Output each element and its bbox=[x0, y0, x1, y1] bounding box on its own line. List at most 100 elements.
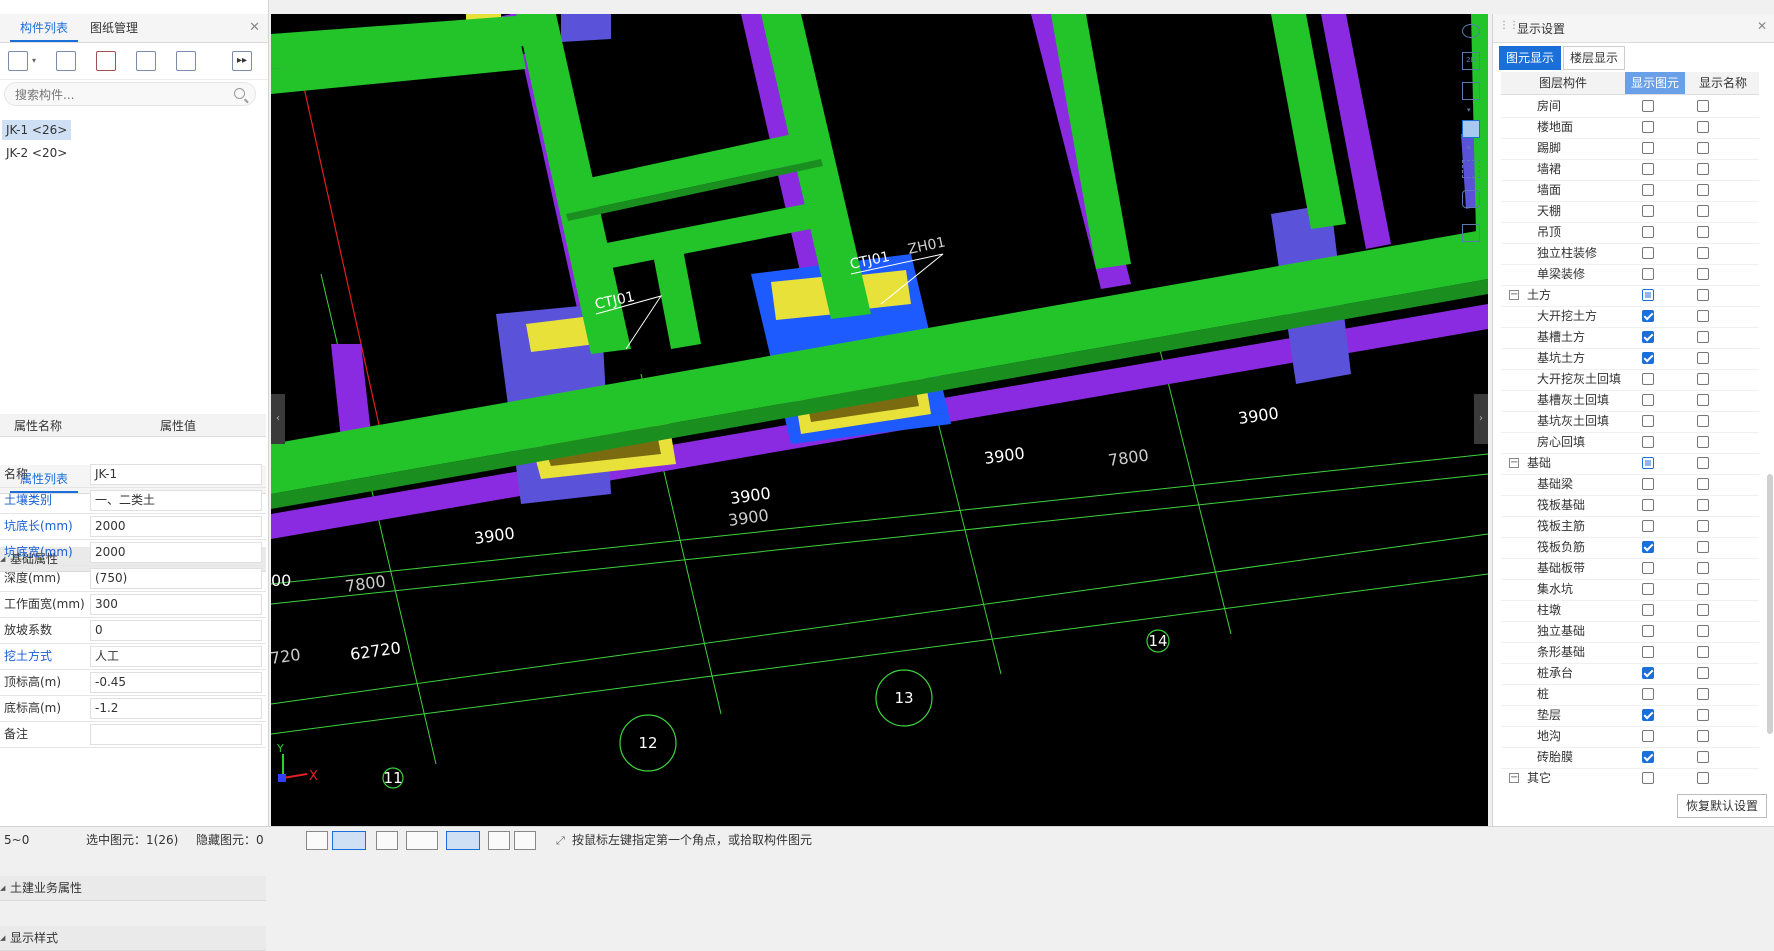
show-element-checkbox[interactable] bbox=[1642, 583, 1654, 595]
collapse-right-handle[interactable]: › bbox=[1474, 394, 1488, 444]
show-element-checkbox[interactable] bbox=[1642, 121, 1654, 133]
show-name-checkbox[interactable] bbox=[1697, 520, 1709, 532]
show-element-checkbox[interactable] bbox=[1642, 310, 1654, 322]
collapse-icon[interactable]: − bbox=[1509, 773, 1519, 783]
show-element-checkbox[interactable] bbox=[1642, 730, 1654, 742]
show-element-checkbox[interactable] bbox=[1642, 268, 1654, 280]
show-element-checkbox[interactable] bbox=[1642, 394, 1654, 406]
grip-icon[interactable]: ⋮⋮ bbox=[1499, 20, 1519, 31]
show-element-checkbox[interactable] bbox=[1642, 163, 1654, 175]
header-show-name[interactable]: 显示名称 bbox=[1699, 72, 1747, 94]
cube-view-icon[interactable] bbox=[1462, 120, 1480, 138]
show-element-checkbox[interactable] bbox=[1642, 205, 1654, 217]
show-name-checkbox[interactable] bbox=[1697, 478, 1709, 490]
show-element-checkbox[interactable] bbox=[1642, 562, 1654, 574]
orbit-icon[interactable] bbox=[1462, 24, 1480, 38]
tab-component-list[interactable]: 构件列表 bbox=[10, 14, 79, 42]
drawing-viewport[interactable]: CTJ01 CTJ01 ZH01 3900 3900 3900 3900 390… bbox=[271, 14, 1488, 826]
show-element-checkbox[interactable] bbox=[1642, 478, 1654, 490]
show-name-checkbox[interactable] bbox=[1697, 121, 1709, 133]
search-box[interactable] bbox=[4, 82, 256, 106]
close-icon[interactable]: ✕ bbox=[249, 20, 260, 35]
search-input[interactable] bbox=[13, 87, 227, 103]
tab-floor-display[interactable]: 楼层显示 bbox=[1563, 46, 1626, 70]
show-name-checkbox[interactable] bbox=[1697, 352, 1709, 364]
show-element-checkbox[interactable] bbox=[1642, 352, 1654, 364]
show-name-checkbox[interactable] bbox=[1697, 184, 1709, 196]
show-name-checkbox[interactable] bbox=[1697, 163, 1709, 175]
show-name-checkbox[interactable] bbox=[1697, 457, 1709, 469]
prop-value[interactable]: 2000 bbox=[90, 542, 262, 563]
cross-select-icon[interactable] bbox=[376, 831, 398, 850]
duplicate-floor-icon[interactable] bbox=[136, 51, 156, 71]
show-element-checkbox[interactable] bbox=[1642, 373, 1654, 385]
list-item[interactable]: JK-1 <26> bbox=[2, 120, 72, 140]
copy-icon[interactable] bbox=[56, 51, 76, 71]
show-name-checkbox[interactable] bbox=[1697, 247, 1709, 259]
show-name-checkbox[interactable] bbox=[1697, 394, 1709, 406]
group-display-style[interactable]: 显示样式 bbox=[0, 926, 266, 951]
show-name-checkbox[interactable] bbox=[1697, 205, 1709, 217]
show-element-checkbox[interactable] bbox=[1642, 436, 1654, 448]
prop-value[interactable]: 0 bbox=[90, 620, 262, 641]
show-element-checkbox[interactable] bbox=[1642, 184, 1654, 196]
prop-value[interactable]: 人工 bbox=[90, 646, 262, 667]
show-name-checkbox[interactable] bbox=[1697, 268, 1709, 280]
show-name-checkbox[interactable] bbox=[1697, 499, 1709, 511]
fit-view-icon[interactable] bbox=[1462, 160, 1480, 178]
prop-value[interactable]: 300 bbox=[90, 594, 262, 615]
show-element-checkbox[interactable] bbox=[1642, 541, 1654, 553]
show-name-checkbox[interactable] bbox=[1697, 646, 1709, 658]
show-element-checkbox[interactable] bbox=[1642, 520, 1654, 532]
show-element-checkbox[interactable] bbox=[1642, 289, 1654, 301]
search-icon[interactable] bbox=[234, 88, 245, 99]
polar-icon[interactable] bbox=[514, 831, 536, 850]
2d-view-icon[interactable]: 2D bbox=[1462, 52, 1480, 70]
angle-icon[interactable] bbox=[406, 831, 438, 850]
close-icon[interactable]: ✕ bbox=[1757, 19, 1767, 33]
show-element-checkbox[interactable] bbox=[1642, 415, 1654, 427]
show-name-checkbox[interactable] bbox=[1697, 751, 1709, 763]
restore-default-button[interactable]: 恢复默认设置 bbox=[1676, 794, 1767, 818]
prop-value[interactable]: -1.2 bbox=[90, 698, 262, 719]
show-element-checkbox[interactable] bbox=[1642, 331, 1654, 343]
prop-value[interactable] bbox=[90, 724, 262, 745]
prop-value[interactable]: 2000 bbox=[90, 516, 262, 537]
model-canvas[interactable]: CTJ01 CTJ01 ZH01 3900 3900 3900 3900 390… bbox=[271, 14, 1488, 826]
show-name-checkbox[interactable] bbox=[1697, 562, 1709, 574]
new-component-icon[interactable] bbox=[8, 51, 28, 71]
collapse-left-handle[interactable]: ‹ bbox=[271, 394, 285, 444]
display-settings-icon[interactable] bbox=[1462, 190, 1480, 208]
prop-value[interactable]: -0.45 bbox=[90, 672, 262, 693]
show-name-checkbox[interactable] bbox=[1697, 373, 1709, 385]
collapse-icon[interactable]: − bbox=[1509, 290, 1519, 300]
show-name-checkbox[interactable] bbox=[1697, 142, 1709, 154]
snap-icon[interactable] bbox=[446, 831, 480, 850]
chevron-down-icon[interactable]: ▾ bbox=[1467, 106, 1471, 114]
show-name-checkbox[interactable] bbox=[1697, 583, 1709, 595]
3d-view-icon[interactable] bbox=[1462, 82, 1480, 100]
dropdown-arrow-icon[interactable]: ▾ bbox=[32, 56, 36, 65]
show-element-checkbox[interactable] bbox=[1642, 604, 1654, 616]
show-element-checkbox[interactable] bbox=[1642, 247, 1654, 259]
show-name-checkbox[interactable] bbox=[1697, 331, 1709, 343]
dynamic-input-icon[interactable] bbox=[488, 831, 510, 850]
show-name-checkbox[interactable] bbox=[1697, 415, 1709, 427]
prop-value[interactable]: 一、二类土 bbox=[90, 490, 262, 511]
show-name-checkbox[interactable] bbox=[1697, 604, 1709, 616]
more-icon[interactable]: ▸▸ bbox=[232, 51, 252, 71]
prop-value[interactable]: (750) bbox=[90, 568, 262, 589]
properties-icon[interactable] bbox=[1462, 224, 1480, 242]
show-element-checkbox[interactable] bbox=[1642, 709, 1654, 721]
show-name-checkbox[interactable] bbox=[1697, 667, 1709, 679]
show-name-checkbox[interactable] bbox=[1697, 310, 1709, 322]
ortho-icon[interactable] bbox=[306, 831, 328, 850]
show-element-checkbox[interactable] bbox=[1642, 646, 1654, 658]
show-name-checkbox[interactable] bbox=[1697, 100, 1709, 112]
show-name-checkbox[interactable] bbox=[1697, 226, 1709, 238]
show-element-checkbox[interactable] bbox=[1642, 688, 1654, 700]
show-element-checkbox[interactable] bbox=[1642, 667, 1654, 679]
chevron-down-icon[interactable]: ▾ bbox=[1467, 144, 1471, 152]
show-element-checkbox[interactable] bbox=[1642, 625, 1654, 637]
show-name-checkbox[interactable] bbox=[1697, 436, 1709, 448]
